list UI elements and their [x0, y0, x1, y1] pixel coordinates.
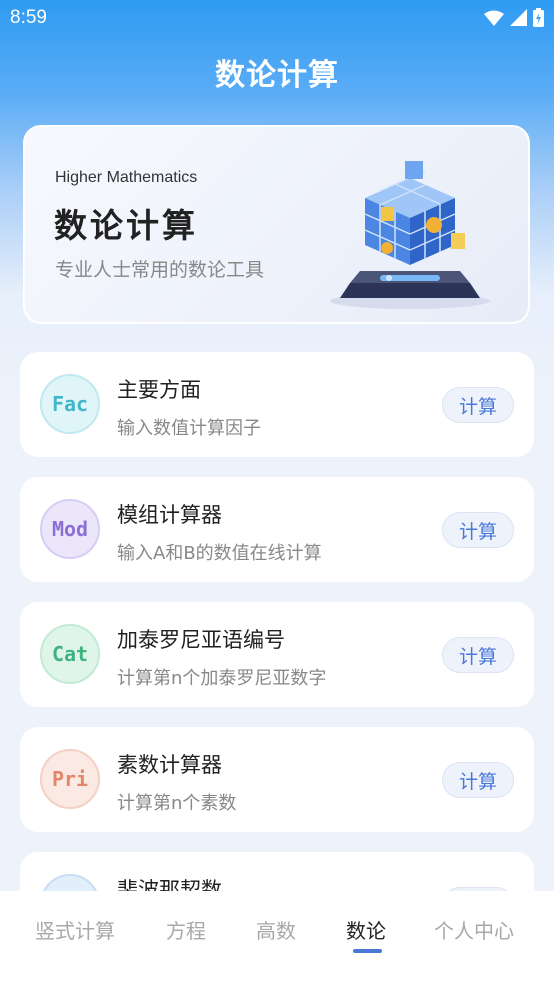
wifi-icon: [484, 10, 504, 26]
list-item[interactable]: Mod 模组计算器 输入A和B的数值在线计算 计算: [20, 477, 534, 582]
signal-icon: [510, 9, 527, 26]
list-item[interactable]: Fac 主要方面 输入数值计算因子 计算: [20, 352, 534, 457]
tab-profile[interactable]: 个人中心: [434, 915, 514, 944]
banner-description: 专业人士常用的数论工具: [55, 259, 265, 281]
cat-badge-icon: Cat: [40, 624, 100, 684]
hero-banner: Higher Mathematics 数论计算 专业人士常用的数论工具: [23, 125, 530, 324]
list-item[interactable]: Cat 加泰罗尼亚语编号 计算第n个加泰罗尼亚数字 计算: [20, 602, 534, 707]
status-icons: [484, 8, 544, 27]
calculate-button[interactable]: 计算: [442, 387, 514, 423]
fac-badge-icon: Fac: [40, 374, 100, 434]
bottom-nav: 竖式计算 方程 高数 数论 个人中心: [0, 891, 554, 984]
banner-subtitle: Higher Mathematics: [55, 169, 198, 186]
status-time: 8:59: [10, 7, 47, 28]
pri-badge-icon: Pri: [40, 749, 100, 809]
calculate-button[interactable]: 计算: [442, 512, 514, 548]
status-bar: 8:59: [0, 0, 554, 38]
mod-badge-icon: Mod: [40, 499, 100, 559]
tool-name: 模组计算器: [117, 503, 222, 527]
calculate-button[interactable]: 计算: [442, 762, 514, 798]
calculate-button[interactable]: 计算: [442, 637, 514, 673]
tool-name: 素数计算器: [117, 753, 222, 777]
banner-title: 数论计算: [54, 206, 198, 245]
list-item[interactable]: Pri 素数计算器 计算第n个素数 计算: [20, 727, 534, 832]
tool-name: 主要方面: [117, 378, 201, 402]
tab-number-theory[interactable]: 数论: [346, 915, 386, 944]
tab-advanced-math[interactable]: 高数: [256, 915, 296, 944]
tool-description: 输入A和B的数值在线计算: [117, 543, 322, 564]
cube-illustration: [330, 161, 490, 309]
tab-equation[interactable]: 方程: [166, 915, 206, 944]
battery-icon: [533, 8, 544, 27]
tool-description: 输入数值计算因子: [117, 418, 261, 439]
tab-vertical-calculation[interactable]: 竖式计算: [35, 915, 115, 944]
active-tab-indicator: [353, 949, 382, 953]
tool-description: 计算第n个素数: [117, 793, 237, 814]
tool-description: 计算第n个加泰罗尼亚数字: [117, 668, 327, 689]
tool-name: 加泰罗尼亚语编号: [117, 628, 285, 652]
page-title: 数论计算: [215, 58, 339, 93]
